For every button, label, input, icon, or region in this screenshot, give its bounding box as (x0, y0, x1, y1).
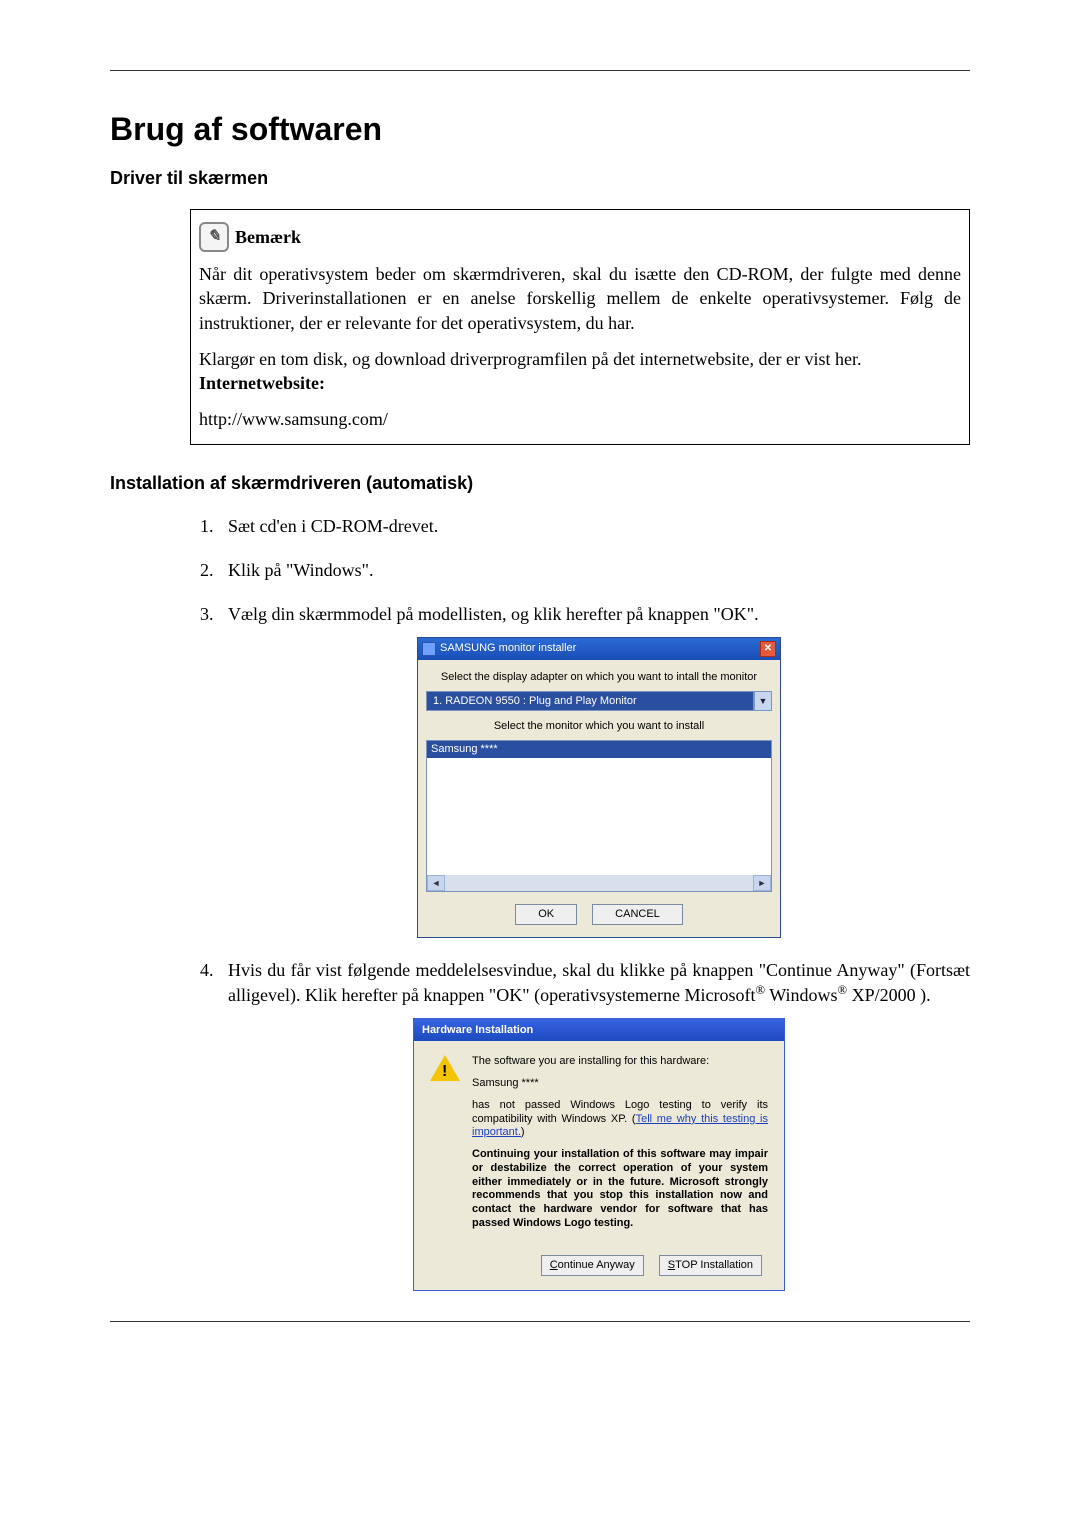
hw-line2: Samsung **** (472, 1077, 768, 1091)
note-website-url: http://www.samsung.com/ (199, 407, 961, 431)
hw-line3: has not passed Windows Logo testing to v… (472, 1099, 768, 1140)
step-2: Klik på "Windows". (218, 558, 970, 582)
list-scrollbar[interactable]: ◄ ► (427, 875, 771, 891)
install-steps-list: Sæt cd'en i CD-ROM-drevet. Klik på "Wind… (190, 514, 970, 1291)
hardware-titlebar: Hardware Installation (414, 1019, 784, 1042)
note-paragraph-1: Når dit operativsystem beder om skærmdri… (199, 262, 961, 335)
cancel-button[interactable]: CANCEL (592, 904, 683, 925)
reg-mark-2: ® (838, 983, 848, 997)
hw-line4: Continuing your installation of this sof… (472, 1148, 768, 1231)
installer-titlebar: SAMSUNG monitor installer ✕ (418, 638, 780, 660)
chevron-down-icon[interactable]: ▼ (754, 691, 772, 712)
section-install-title: Installation af skærmdriveren (automatis… (110, 473, 970, 494)
note-paragraph-2: Klargør en tom disk, og download driverp… (199, 347, 961, 371)
installer-window: SAMSUNG monitor installer ✕ Select the d… (417, 637, 781, 938)
installer-line2: Select the monitor which you want to ins… (426, 719, 772, 734)
step-1: Sæt cd'en i CD-ROM-drevet. (218, 514, 970, 538)
installer-app-icon (422, 642, 436, 656)
installer-title-text: SAMSUNG monitor installer (440, 641, 576, 656)
installer-line1: Select the display adapter on which you … (426, 670, 772, 685)
warning-icon (430, 1055, 460, 1085)
hardware-install-window: Hardware Installation The software you a… (413, 1018, 785, 1291)
page-title: Brug af softwaren (110, 111, 970, 148)
hw-line3b: ) (521, 1126, 525, 1138)
bottom-rule (110, 1321, 970, 1322)
stop-installation-button[interactable]: STOP Installation (659, 1255, 762, 1276)
ok-button[interactable]: OK (515, 904, 577, 925)
section-driver-title: Driver til skærmen (110, 168, 970, 189)
hardware-text: The software you are installing for this… (472, 1055, 768, 1238)
step-3-text: Vælg din skærmmodel på modellisten, og k… (228, 604, 759, 624)
note-icon: ✎ (199, 222, 229, 252)
close-icon[interactable]: ✕ (760, 641, 776, 657)
step-3: Vælg din skærmmodel på modellisten, og k… (218, 602, 970, 938)
monitor-list-item[interactable]: Samsung **** (427, 741, 771, 758)
scroll-left-icon[interactable]: ◄ (427, 875, 445, 891)
hardware-button-row: CContinue Anywayontinue Anyway STOP Inst… (430, 1255, 768, 1276)
adapter-dropdown[interactable]: 1. RADEON 9550 : Plug and Play Monitor ▼ (426, 691, 772, 712)
step-4-text-b: Windows (765, 985, 837, 1005)
note-box: ✎ Bemærk Når dit operativsystem beder om… (190, 209, 970, 445)
scroll-right-icon[interactable]: ► (753, 875, 771, 891)
adapter-selected: 1. RADEON 9550 : Plug and Play Monitor (426, 691, 754, 712)
note-heading: Bemærk (235, 225, 301, 249)
monitor-listbox[interactable]: Samsung **** ◄ ► (426, 740, 772, 892)
hw-line1: The software you are installing for this… (472, 1055, 768, 1069)
note-heading-row: ✎ Bemærk (199, 222, 961, 252)
installer-button-row: OK CANCEL (426, 904, 772, 925)
step-4: Hvis du får vist følgende meddelelsesvin… (218, 958, 970, 1291)
top-rule (110, 70, 970, 71)
step-4-text-c: XP/2000 ). (847, 985, 931, 1005)
continue-anyway-button[interactable]: CContinue Anywayontinue Anyway (541, 1255, 644, 1276)
note-website-label: Internetwebsite: (199, 373, 325, 393)
reg-mark-1: ® (756, 983, 766, 997)
